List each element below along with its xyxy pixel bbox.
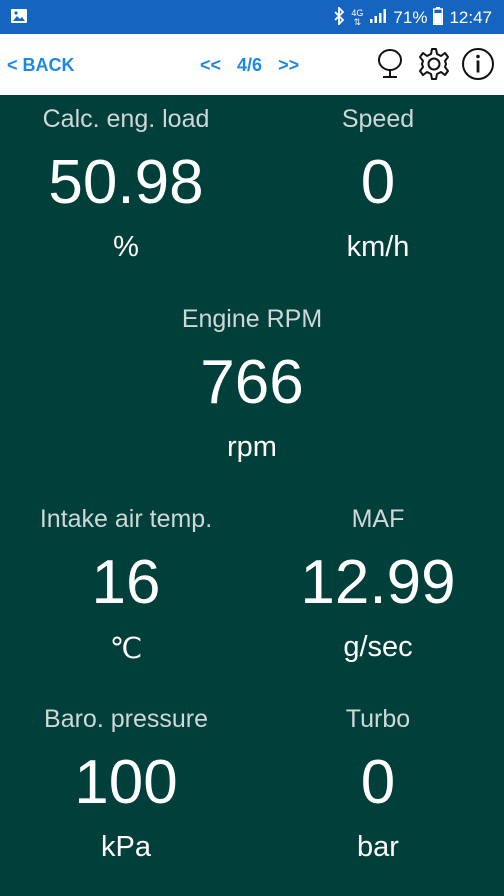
gauge-intake-air-temp: Intake air temp. 16 ℃ <box>0 505 252 666</box>
gauge-label: Engine RPM <box>181 305 323 333</box>
gauge-value: 50.98 <box>48 148 204 217</box>
gauge-turbo: Turbo 0 bar <box>252 705 504 864</box>
gauge-unit: % <box>113 231 139 263</box>
gauge-value: 100 <box>74 748 178 817</box>
microphone-icon[interactable] <box>372 46 408 82</box>
bluetooth-icon <box>333 5 345 30</box>
gauge-unit: g/sec <box>343 631 413 663</box>
gauge-label: MAF <box>351 505 405 533</box>
battery-icon <box>433 6 444 30</box>
gauge-label: Intake air temp. <box>39 505 213 533</box>
gauge-unit: ℃ <box>109 633 143 665</box>
gauge-grid: Calc. eng. load 50.98 % Speed 0 km/h Eng… <box>0 95 504 896</box>
gauge-calc-eng-load: Calc. eng. load 50.98 % <box>0 105 252 264</box>
prev-page-button[interactable]: << <box>200 55 221 76</box>
gauge-value: 16 <box>91 548 161 617</box>
gauge-engine-rpm: Engine RPM 766 rpm <box>0 305 504 464</box>
toolbar: < BACK << 4/6 >> <box>0 34 504 95</box>
gauge-value: 0 <box>360 148 396 217</box>
back-button[interactable]: < BACK <box>7 55 75 76</box>
gauge-unit: km/h <box>346 231 410 263</box>
gauge-speed: Speed 0 km/h <box>252 105 504 264</box>
clock: 12:47 <box>449 8 492 27</box>
gauge-label: Calc. eng. load <box>42 105 210 133</box>
gauge-label: Speed <box>341 105 415 133</box>
battery-percent: 71% <box>393 8 428 27</box>
signal-icon <box>369 8 387 29</box>
network-type: 4G ⇅ <box>351 8 364 27</box>
next-page-button[interactable]: >> <box>278 55 299 76</box>
gear-icon[interactable] <box>416 46 452 82</box>
gauge-value: 0 <box>360 748 396 817</box>
gauge-maf: MAF 12.99 g/sec <box>252 505 504 664</box>
info-icon[interactable] <box>460 46 496 82</box>
pager: << 4/6 >> <box>200 55 299 76</box>
gauge-value: 766 <box>200 348 304 417</box>
gauge-label: Turbo <box>345 705 411 733</box>
gauge-label: Baro. pressure <box>44 705 208 733</box>
status-bar: 4G ⇅ 71% 12:47 <box>0 0 504 34</box>
gauge-unit: kPa <box>101 831 151 863</box>
image-icon <box>10 8 28 24</box>
page-indicator: 4/6 <box>237 55 263 75</box>
gauge-baro-pressure: Baro. pressure 100 kPa <box>0 705 252 864</box>
gauge-unit: rpm <box>227 431 277 463</box>
gauge-value: 12.99 <box>300 548 456 617</box>
gauge-unit: bar <box>357 831 399 863</box>
